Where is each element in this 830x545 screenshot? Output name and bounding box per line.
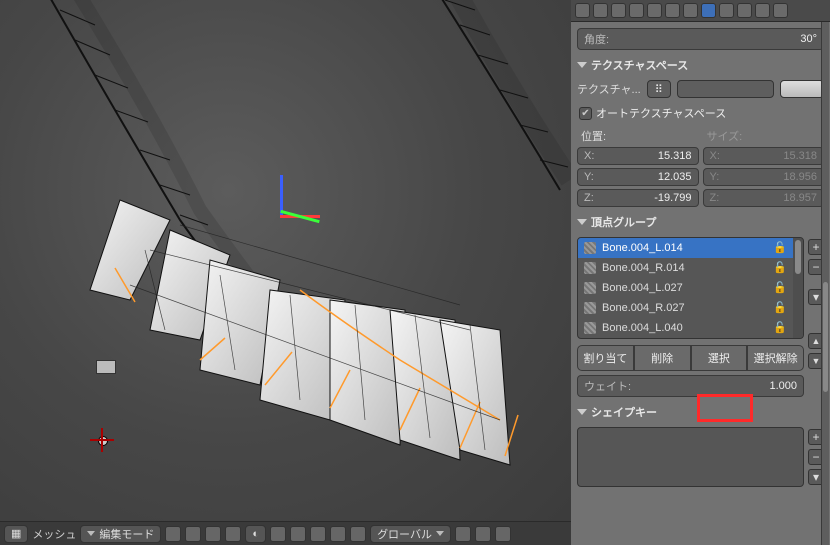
lock-icon[interactable]: 🔓 [773,301,787,315]
snap-icon[interactable] [475,526,491,542]
auto-texspace-label: オートテクスチャスペース [596,105,726,121]
camera-icon [96,360,116,374]
lock-icon[interactable]: 🔓 [773,241,787,255]
weight-field[interactable]: ウェイト: 1.000 [577,375,804,397]
vertex-group-item[interactable]: Bone.004_L.014 🔓 [578,238,793,258]
vertex-group-item[interactable]: Bone.004_R.027 🔓 [578,298,793,318]
texture-slot[interactable] [677,80,774,98]
angle-label: 角度: [584,31,609,47]
properties-tabstrip [571,0,830,22]
vertex-group-icon [584,262,596,274]
tab-object-data-icon[interactable] [701,3,716,18]
tab-constraints-icon[interactable] [665,3,680,18]
lock-icon[interactable]: 🔓 [773,261,787,275]
face-select-icon[interactable] [205,526,221,542]
shapekey-list[interactable] [577,427,804,487]
assign-button[interactable]: 割り当て [577,345,634,371]
size-label: サイズ: [703,128,825,144]
panel-scrollbar[interactable] [821,22,829,545]
lock-icon[interactable]: 🔓 [773,321,787,335]
texture-browse-icon[interactable]: ⠿ [647,80,671,98]
tab-world-icon[interactable] [629,3,644,18]
tab-material-icon[interactable] [719,3,734,18]
remove-button[interactable]: 削除 [634,345,691,371]
mesh-menu[interactable]: メッシュ [32,526,76,542]
position-label: 位置: [577,128,699,144]
viewport-canvas[interactable] [0,0,571,545]
vertex-group-item[interactable]: Bone.004_L.040 🔓 [578,318,793,338]
deselect-button[interactable]: 選択解除 [747,345,804,371]
3d-viewport[interactable]: ▦ メッシュ 編集モード ◐ グローバル [0,0,571,545]
vertex-group-icon [584,322,596,334]
vertex-group-actions: 割り当て 削除 選択 選択解除 [577,345,804,371]
vertex-group-list[interactable]: Bone.004_L.014 🔓 Bone.004_R.014 🔓 Bone.0 [577,237,804,339]
tab-object-icon[interactable] [647,3,662,18]
editor-type-menu[interactable]: ▦ [4,525,28,543]
manipulator-toggle-icon[interactable] [290,526,306,542]
select-button[interactable]: 選択 [691,345,748,371]
weight-value: 1.000 [769,380,797,392]
tab-scene-icon[interactable] [611,3,626,18]
auto-texspace-checkbox[interactable]: ✔ [579,107,592,120]
mode-label: 編集モード [99,526,154,542]
shapekeys-header[interactable]: シェイプキー [577,400,824,424]
size-x-field[interactable]: X:15.318 [703,147,825,165]
3d-cursor [90,428,114,452]
lock-icon[interactable]: 🔓 [773,281,787,295]
tab-texture-icon[interactable] [737,3,752,18]
mode-select[interactable]: 編集モード [80,525,161,543]
pos-y-field[interactable]: Y:12.035 [577,168,699,186]
angle-field[interactable]: 角度: 30° [577,28,824,50]
texture-color-swatch[interactable] [780,80,824,98]
scale-manip-icon[interactable] [350,526,366,542]
vertex-groups-header[interactable]: 頂点グループ [577,210,824,234]
tab-render-layers-icon[interactable] [593,3,608,18]
pos-z-field[interactable]: Z:-19.799 [577,189,699,207]
vertex-group-item[interactable]: Bone.004_R.014 🔓 [578,258,793,278]
weight-label: ウェイト: [584,378,631,394]
angle-value: 30° [800,33,817,45]
tab-render-icon[interactable] [575,3,590,18]
layers-icon[interactable] [455,526,471,542]
properties-panel: 角度: 30° テクスチャスペース テクスチャ... ⠿ ✔ オートテクスチャス… [571,0,830,545]
translate-manip-icon[interactable] [310,526,326,542]
panel-scrollbar-thumb[interactable] [823,282,828,392]
size-y-field[interactable]: Y:18.956 [703,168,825,186]
tab-physics-icon[interactable] [773,3,788,18]
vertex-group-item[interactable]: Bone.004_L.027 🔓 [578,278,793,298]
vertex-group-scrollbar[interactable] [793,238,803,338]
limit-selection-icon[interactable] [225,526,241,542]
pos-x-field[interactable]: X:15.318 [577,147,699,165]
vertex-select-icon[interactable] [165,526,181,542]
tab-modifiers-icon[interactable] [683,3,698,18]
vertex-group-icon [584,282,596,294]
vertex-group-icon [584,302,596,314]
vertex-group-icon [584,242,596,254]
orientation-menu[interactable]: グローバル [370,525,451,543]
pivot-icon[interactable] [270,526,286,542]
size-z-field[interactable]: Z:18.957 [703,189,825,207]
shading-menu[interactable]: ◐ [245,525,266,543]
orientation-label: グローバル [377,526,432,542]
rotate-manip-icon[interactable] [330,526,346,542]
mesh-wireframe [0,0,571,545]
tab-particles-icon[interactable] [755,3,770,18]
texture-space-header[interactable]: テクスチャスペース [577,53,824,77]
viewport-header: ▦ メッシュ 編集モード ◐ グローバル [0,521,571,545]
proportional-edit-icon[interactable] [495,526,511,542]
texture-label: テクスチャ... [577,81,641,97]
edge-select-icon[interactable] [185,526,201,542]
